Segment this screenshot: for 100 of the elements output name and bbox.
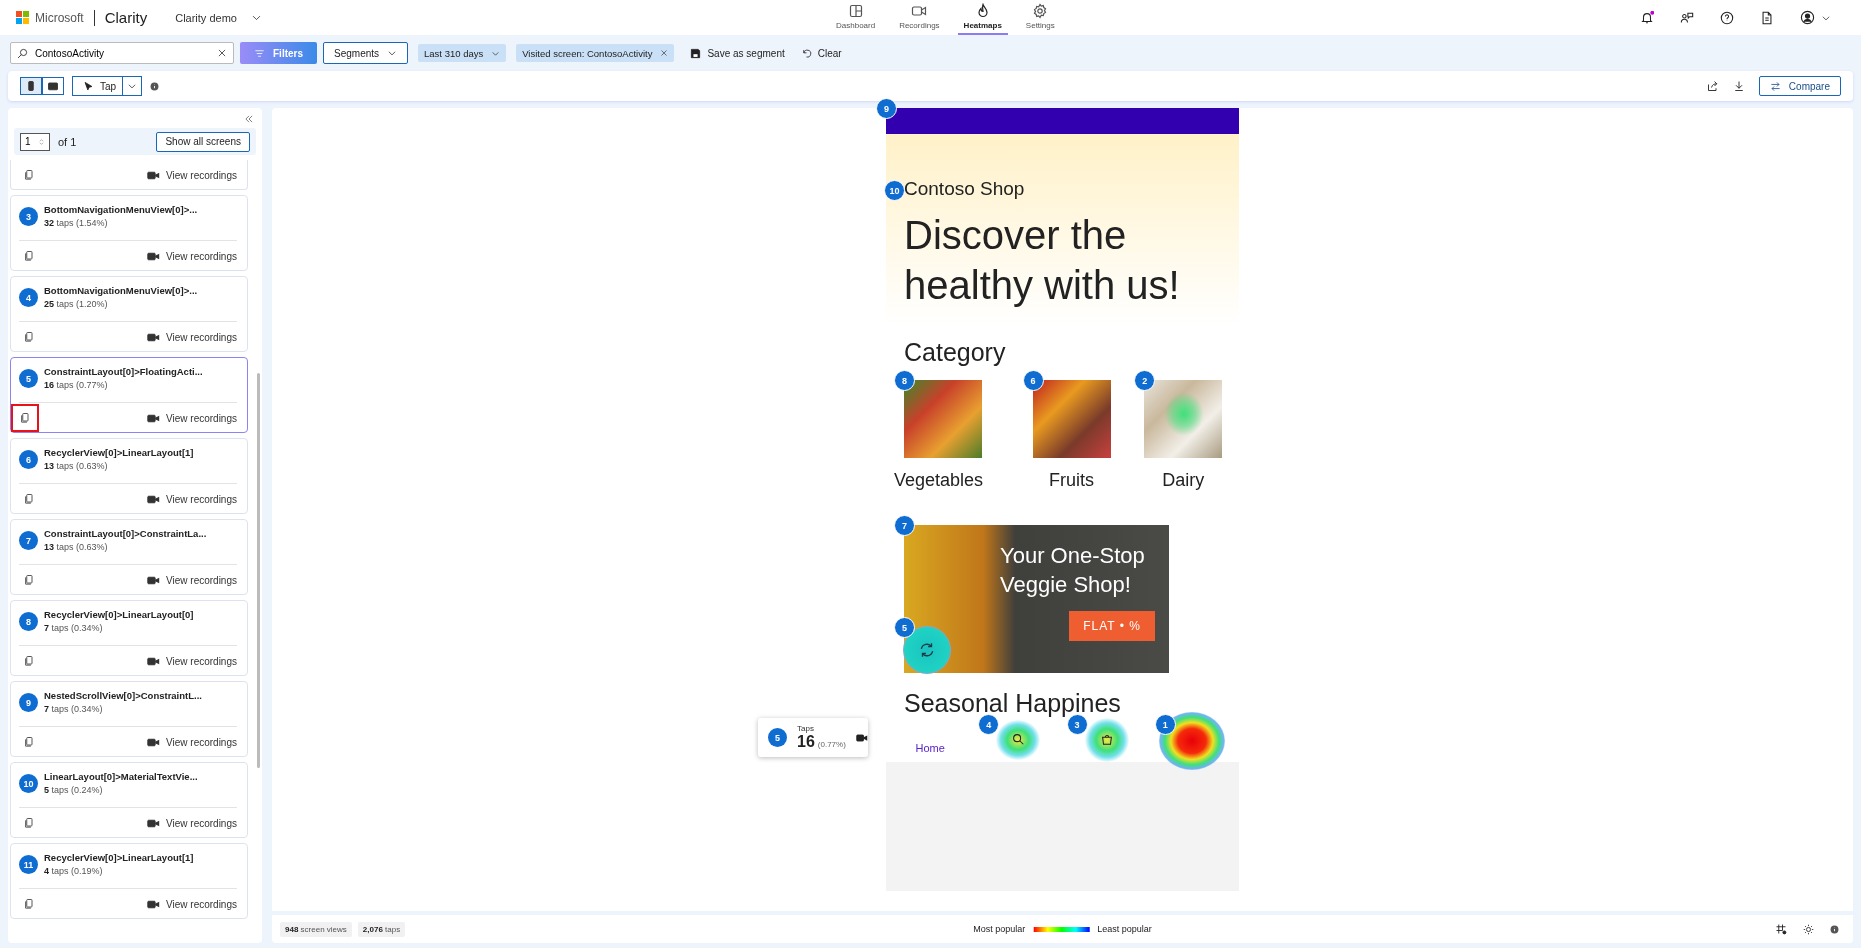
video-camera-icon <box>855 731 868 744</box>
banner-title: Your One-Stop Veggie Shop! <box>1000 542 1146 599</box>
element-card[interactable]: 7 ConstraintLayout[0]>ConstraintLa... 13 taps (0.63%) View recordings <box>10 519 248 595</box>
show-all-screens-button[interactable]: Show all screens <box>156 131 250 152</box>
copy-icon <box>23 898 35 910</box>
copy-icon <box>23 736 35 748</box>
company-name: Microsoft <box>35 10 84 25</box>
bell-icon <box>1640 10 1654 25</box>
marker-badge[interactable]: 2 <box>1134 370 1156 391</box>
search-field[interactable]: ContosoActivity <box>10 42 234 64</box>
page-field[interactable]: 1 <box>20 132 50 151</box>
video-camera-icon <box>911 3 928 19</box>
view-recordings-link[interactable]: View recordings <box>147 816 237 830</box>
element-card[interactable]: 9 NestedScrollView[0]>ConstraintL... 7 taps (0.34%) View recordings <box>10 681 248 757</box>
view-recordings-link[interactable]: View recordings <box>147 897 237 911</box>
marker-badge[interactable]: 6 <box>1022 370 1044 391</box>
help-icon <box>1720 10 1734 25</box>
copy-icon <box>23 817 35 829</box>
element-card[interactable]: 6 RecyclerView[0]>LinearLayout[1] 13 taps (0.63%) View recordings <box>10 438 248 514</box>
element-card[interactable]: 11 RecyclerView[0]>LinearLayout[1] 4 taps (0.19%) View recordings <box>10 843 248 919</box>
element-card[interactable]: 4 BottomNavigationMenuView[0]>... 25 taps (1.20%) View recordings <box>10 276 248 352</box>
element-card[interactable]: 10 LinearLayout[0]>MaterialTextVie... 5 taps (0.24%) View recordings <box>10 762 248 838</box>
tap-count: 7 taps (0.34%) <box>44 704 104 714</box>
chevron-down-icon <box>127 81 138 91</box>
undo-icon <box>800 47 812 59</box>
marker-badge[interactable]: 10 <box>884 180 905 201</box>
tooltip-label: Taps <box>797 724 815 733</box>
segments-dropdown[interactable]: Segments <box>323 42 409 64</box>
tap-dropdown[interactable]: Tap <box>72 76 143 96</box>
nav-tab[interactable]: Dashboard <box>830 0 882 35</box>
filter-chip[interactable]: Last 310 days <box>418 44 507 62</box>
microsoft-logo-icon <box>16 11 29 24</box>
marker-badge[interactable]: 7 <box>894 515 915 536</box>
scrollbar[interactable] <box>257 373 260 768</box>
nav-tab[interactable]: Settings <box>1019 0 1061 35</box>
category-label: Fruits <box>1049 470 1094 491</box>
download-icon <box>1732 80 1745 92</box>
view-recordings-link[interactable]: View recordings <box>147 249 237 263</box>
copy-button[interactable] <box>11 404 39 432</box>
heat-spot-drawing <box>996 720 1041 760</box>
phone-view-button[interactable] <box>20 77 42 95</box>
marker-badge[interactable]: 4 <box>978 714 1000 735</box>
rank-badge: 8 <box>19 612 38 631</box>
tap-count: 13 taps (0.63%) <box>44 461 109 471</box>
marker-badge[interactable]: 1 <box>1154 714 1176 735</box>
screen-views-count: 948 screen views <box>280 921 352 937</box>
document-icon <box>1760 10 1774 25</box>
clear-button[interactable]: Clear <box>800 47 842 59</box>
category-photo[interactable] <box>1032 380 1111 458</box>
legend-label: Least popular <box>1097 924 1152 934</box>
dashboard-icon <box>847 3 864 19</box>
shop-name: Contoso Shop <box>904 178 1025 200</box>
element-card[interactable]: View recordings <box>10 160 248 190</box>
tablet-view-button[interactable] <box>42 77 64 95</box>
rank-badge: 10 <box>19 774 38 793</box>
view-recordings-link[interactable]: View recordings <box>147 735 237 749</box>
search-icon <box>17 48 28 59</box>
view-recordings-link[interactable]: View recordings <box>147 330 237 344</box>
project-dropdown[interactable]: Clarity demo <box>175 11 262 24</box>
close-icon <box>660 49 669 57</box>
account-menu[interactable] <box>1800 10 1831 25</box>
info-icon <box>1830 924 1839 934</box>
element-path: NestedScrollView[0]>ConstraintL... <box>44 690 202 701</box>
element-card[interactable]: 5 ConstraintLayout[0]>FloatingActi... 16 taps (0.77%) View recordings <box>10 357 248 433</box>
phone-icon <box>25 80 37 92</box>
nav-tab[interactable]: Recordings <box>893 0 946 35</box>
view-recordings-link[interactable]: View recordings <box>147 573 237 587</box>
marker-badge[interactable]: 3 <box>1066 714 1088 735</box>
rank-badge: 6 <box>19 450 38 469</box>
element-path: ConstraintLayout[0]>FloatingActi... <box>44 366 203 377</box>
nav-tab[interactable]: Heatmaps <box>957 0 1008 35</box>
marker-badge[interactable]: 8 <box>894 370 915 391</box>
tap-count: 5 taps (0.24%) <box>44 785 104 795</box>
compare-button[interactable]: Compare <box>1758 76 1841 96</box>
rank-badge: 4 <box>19 288 38 307</box>
home-tab[interactable]: Home <box>909 723 951 755</box>
copy-icon <box>23 655 35 667</box>
rank-badge: 7 <box>19 531 38 550</box>
save-segment-button[interactable]: Save as segment <box>690 47 785 59</box>
copy-icon <box>23 250 35 262</box>
tap-count: 4 taps (0.19%) <box>44 866 104 876</box>
view-recordings-link[interactable]: View recordings <box>147 492 237 506</box>
element-path: BottomNavigationMenuView[0]>... <box>44 285 198 296</box>
rank-badge: 5 <box>19 369 38 388</box>
element-card[interactable]: 3 BottomNavigationMenuView[0]>... 32 taps (1.54%) View recordings <box>10 195 248 271</box>
tap-total: 16 <box>797 733 815 751</box>
filter-chip[interactable]: Visited screen: ContosoActivity <box>516 44 675 62</box>
refresh-icon <box>918 641 936 659</box>
filter-lines-icon <box>254 47 265 59</box>
element-card[interactable]: 8 RecyclerView[0]>LinearLayout[0] 7 taps (0.34%) View recordings <box>10 600 248 676</box>
view-recordings-link[interactable]: View recordings <box>147 411 237 425</box>
view-recordings-link[interactable]: View recordings <box>147 168 237 182</box>
tablet-icon <box>47 80 59 92</box>
view-recordings-link[interactable]: View recordings <box>147 654 237 668</box>
cursor-icon <box>83 80 94 92</box>
marker-badge[interactable]: 9 <box>876 98 897 119</box>
share-icon <box>1706 80 1719 92</box>
tap-count: 25 taps (1.20%) <box>44 299 109 309</box>
rank-badge: 11 <box>19 855 38 874</box>
element-path: LinearLayout[0]>MaterialTextVie... <box>44 771 198 782</box>
